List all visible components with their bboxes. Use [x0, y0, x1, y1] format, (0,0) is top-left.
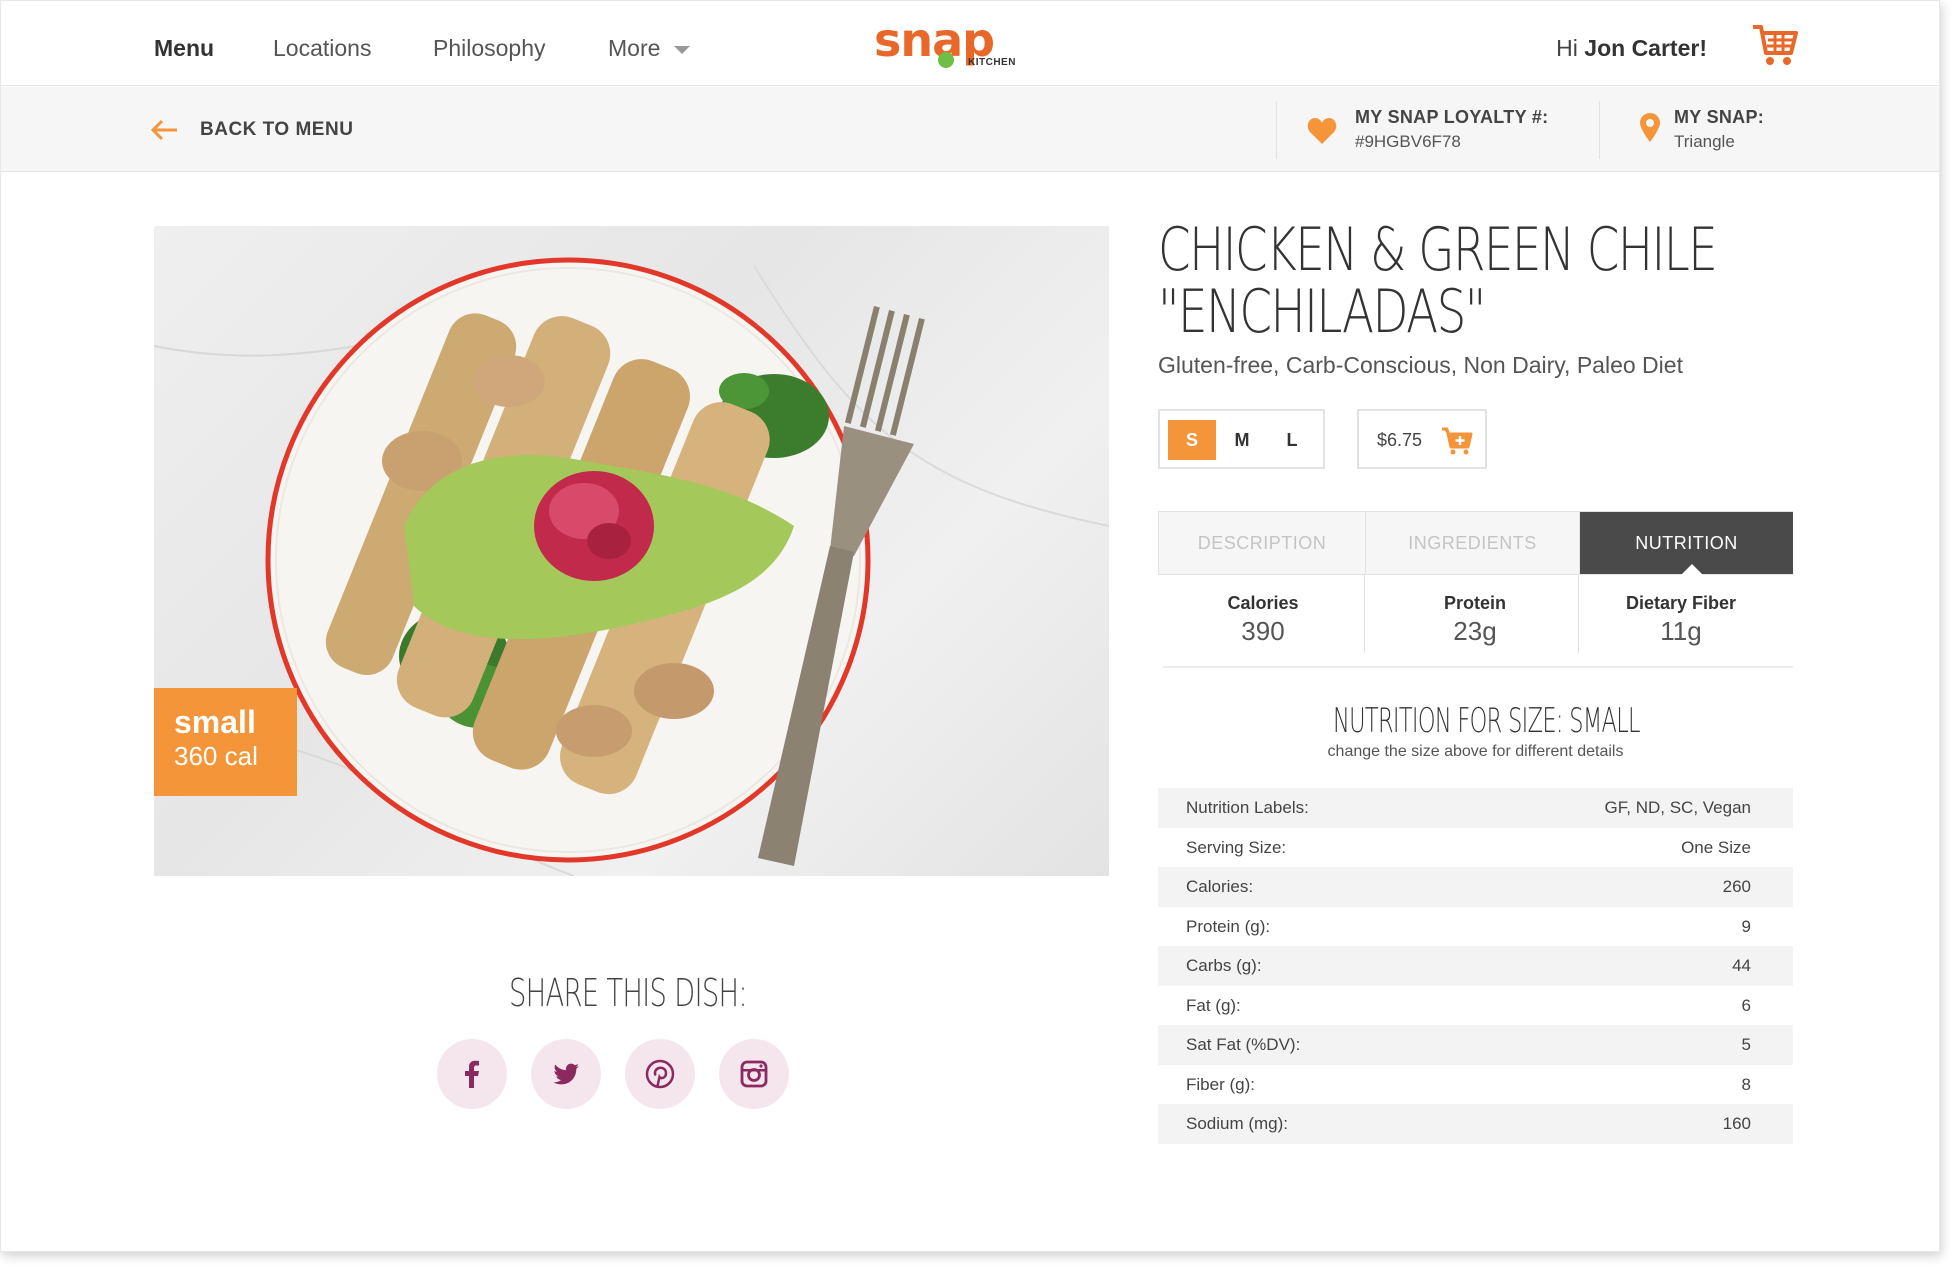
dish-illustration [154, 257, 1109, 876]
heart-icon [1307, 118, 1337, 144]
cart-icon[interactable] [1751, 21, 1799, 69]
pinterest-share-button[interactable] [625, 1039, 695, 1109]
my-snap-info[interactable]: MY SNAP: Triangle [1674, 107, 1764, 152]
row-label: Sat Fat (%DV): [1186, 1035, 1301, 1054]
stat-label: Calories [1227, 593, 1299, 613]
table-row: Sat Fat (%DV): 5 [1158, 1025, 1793, 1065]
tab-indicator [1681, 564, 1703, 575]
size-large-button[interactable]: L [1268, 420, 1316, 460]
row-value: 260 [1722, 877, 1751, 896]
tab-description[interactable]: DESCRIPTION [1159, 512, 1365, 574]
nav-more[interactable]: More [608, 35, 691, 62]
facebook-share-button[interactable] [437, 1039, 507, 1109]
greeting-name: Jon Carter! [1584, 35, 1707, 61]
stat-protein: Protein 23g [1370, 593, 1580, 647]
row-value: GF, ND, SC, Vegan [1604, 798, 1751, 817]
loyalty-label: MY SNAP LOYALTY #: [1355, 107, 1549, 127]
row-label: Sodium (mg): [1186, 1114, 1289, 1133]
row-label: Fiber (g): [1186, 1074, 1255, 1094]
stat-label: Dietary Fiber [1625, 593, 1737, 613]
row-label: Serving Size: [1186, 837, 1287, 857]
divider [1276, 101, 1277, 159]
badge-size: small [174, 704, 256, 740]
sub-bar: BACK TO MENU MY SNAP LOYALTY #: #9HGBV6F… [1, 87, 1939, 172]
stat-label: Protein [1443, 593, 1506, 613]
size-calorie-badge: small 360 cal [154, 688, 297, 796]
instagram-share-button[interactable] [719, 1039, 789, 1109]
back-to-menu-link[interactable]: BACK TO MENU [151, 119, 353, 141]
row-label: Fat (g): [1186, 995, 1241, 1015]
stat-value: 11g [1660, 616, 1702, 646]
add-to-cart-button[interactable]: $6.75 [1357, 409, 1487, 469]
nutrition-table: Nutrition Labels: GF, ND, SC, Vegan Serv… [1158, 788, 1793, 1144]
logo-sub: KITCHEN [968, 57, 1016, 68]
table-row: Nutrition Labels: GF, ND, SC, Vegan [1158, 788, 1793, 828]
dish-image [154, 226, 1109, 876]
back-label: BACK TO MENU [200, 119, 354, 140]
nav-more-label: More [608, 35, 661, 61]
row-label: Carbs (g): [1186, 956, 1262, 975]
diet-tags: Gluten-free, Carb-Conscious, Non Dairy, … [1158, 352, 1683, 378]
share-title: SHARE THIS DISH: [509, 971, 748, 1015]
table-row: Serving Size: One Size [1158, 828, 1793, 868]
nutrition-title: NUTRITION FOR SIZE: SMALL [1333, 701, 1641, 741]
page-frame: Menu Locations Philosophy More snap KITC… [0, 0, 1940, 1252]
divider [1599, 101, 1600, 159]
chevron-down-icon [674, 45, 691, 54]
nutrition-subtitle: change the size above for different deta… [1327, 743, 1624, 760]
nav-locations[interactable]: Locations [273, 35, 371, 62]
divider [1163, 666, 1793, 668]
twitter-icon [553, 1063, 579, 1085]
row-label: Nutrition Labels: [1186, 798, 1309, 817]
price: $6.75 [1377, 430, 1423, 450]
top-nav: Menu Locations Philosophy More snap KITC… [1, 1, 1939, 86]
row-value: 5 [1741, 1035, 1751, 1054]
table-row: Carbs (g): 44 [1158, 946, 1793, 986]
snap-logo[interactable]: snap KITCHEN [874, 15, 1015, 75]
facebook-icon [465, 1060, 479, 1088]
instagram-icon [740, 1060, 768, 1088]
stat-dietary-fiber: Dietary Fiber 11g [1576, 593, 1786, 647]
user-greeting[interactable]: Hi Jon Carter! [1556, 35, 1707, 62]
my-snap-value: Triangle [1674, 132, 1735, 151]
key-stats: Calories 390 Protein 23g Dietary Fiber 1… [1158, 575, 1793, 653]
table-row: Calories: 260 [1158, 867, 1793, 907]
row-value: 9 [1741, 916, 1751, 936]
badge-calories: 360 cal [174, 741, 258, 771]
greeting-prefix: Hi [1556, 35, 1578, 61]
nav-menu[interactable]: Menu [154, 35, 214, 62]
my-snap-label: MY SNAP: [1674, 107, 1765, 127]
size-selector: S M L [1158, 409, 1325, 469]
table-row: Fiber (g): 8 [1158, 1065, 1793, 1105]
size-small-button[interactable]: S [1168, 420, 1216, 460]
row-value: 44 [1732, 956, 1751, 975]
add-to-cart-icon [1442, 427, 1473, 455]
table-row: Sodium (mg): 160 [1158, 1104, 1793, 1144]
stat-value: 23g [1453, 616, 1497, 646]
row-label: Calories: [1186, 877, 1254, 896]
location-pin-icon [1640, 113, 1660, 142]
stat-calories: Calories 390 [1158, 593, 1368, 647]
row-label: Protein (g): [1186, 916, 1271, 936]
stat-value: 390 [1241, 616, 1285, 646]
row-value: 8 [1741, 1074, 1751, 1094]
divider [1364, 575, 1365, 653]
table-row: Protein (g): 9 [1158, 907, 1793, 947]
dish-title-line2: "ENCHILADAS" [1158, 277, 1486, 347]
arrow-left-icon [151, 119, 177, 141]
size-medium-button[interactable]: M [1218, 420, 1266, 460]
twitter-share-button[interactable] [531, 1039, 601, 1109]
pinterest-icon [645, 1059, 675, 1089]
row-value: 6 [1741, 995, 1751, 1015]
row-value: One Size [1681, 837, 1751, 857]
row-value: 160 [1722, 1114, 1751, 1133]
dish-title-line1: CHICKEN & GREEN CHILE [1158, 215, 1718, 285]
logo-dot [938, 52, 954, 68]
tab-ingredients[interactable]: INGREDIENTS [1366, 512, 1579, 574]
loyalty-value: #9HGBV6F78 [1355, 132, 1461, 151]
table-row: Fat (g): 6 [1158, 986, 1793, 1026]
dish-title: CHICKEN & GREEN CHILE "ENCHILADAS" [1158, 215, 1718, 347]
nav-philosophy[interactable]: Philosophy [433, 35, 546, 62]
